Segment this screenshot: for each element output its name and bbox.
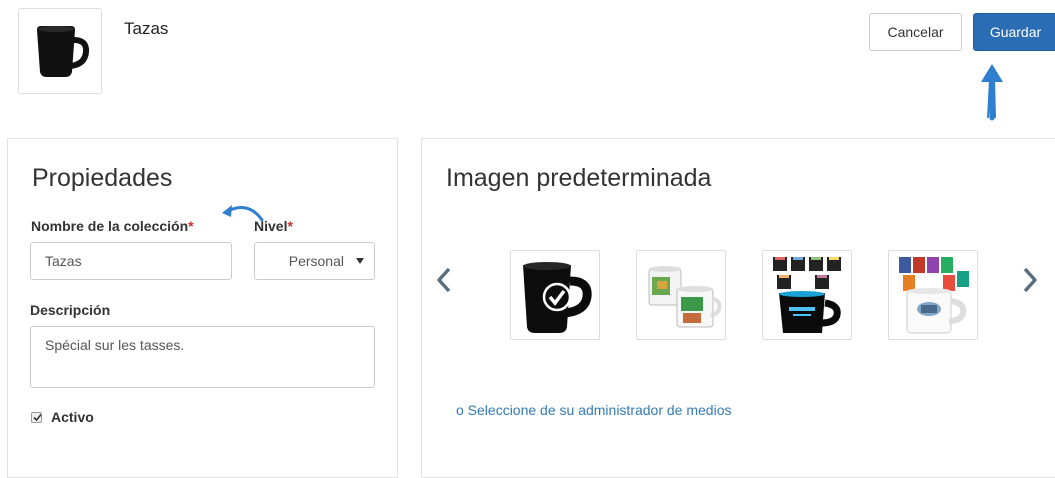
- description-label: Descripción: [30, 302, 111, 318]
- active-checkbox[interactable]: [31, 412, 42, 423]
- name-label-text: Nombre de la colección: [31, 218, 189, 234]
- default-image-panel: Imagen predeterminada o Seleccione de su…: [421, 138, 1055, 478]
- image-option-1[interactable]: [510, 250, 600, 340]
- image-option-4[interactable]: [888, 250, 978, 340]
- properties-heading: Propiedades: [32, 164, 173, 192]
- collection-title: Tazas: [124, 19, 169, 38]
- default-image-heading: Imagen predeterminada: [446, 164, 712, 192]
- black-mug-icon: [37, 26, 90, 77]
- level-label: Nivel*: [254, 218, 293, 234]
- save-button[interactable]: Guardar: [973, 13, 1055, 51]
- check-icon: [33, 413, 42, 422]
- active-label: Activo: [51, 409, 94, 425]
- chevron-right-icon[interactable]: [1022, 267, 1038, 293]
- level-select[interactable]: Personal: [254, 242, 375, 280]
- assorted-mugs-icon: [899, 257, 969, 334]
- description-textarea[interactable]: Spécial sur les tasses.: [30, 326, 375, 388]
- caret-down-icon: [356, 258, 364, 264]
- annotation-arrow-up-icon: [981, 64, 1003, 121]
- black-mug-selected-icon: [523, 262, 592, 333]
- name-label: Nombre de la colección*: [31, 218, 194, 234]
- collection-name-input[interactable]: Tazas: [30, 242, 232, 280]
- required-marker: *: [287, 218, 293, 234]
- level-select-value: Personal: [288, 253, 344, 269]
- properties-panel: Propiedades Nombre de la colección* Nive…: [7, 138, 398, 478]
- level-label-text: Nivel: [254, 218, 288, 234]
- chevron-left-icon[interactable]: [436, 267, 452, 293]
- printed-mugs-icon: [648, 266, 722, 328]
- colored-mugs-stack-icon: [773, 257, 841, 333]
- cancel-button[interactable]: Cancelar: [869, 13, 962, 51]
- image-option-2[interactable]: [636, 250, 726, 340]
- media-manager-link[interactable]: o Seleccione de su administrador de medi…: [456, 402, 732, 418]
- required-marker: *: [188, 218, 194, 234]
- image-option-3[interactable]: [762, 250, 852, 340]
- collection-thumbnail: [18, 8, 102, 94]
